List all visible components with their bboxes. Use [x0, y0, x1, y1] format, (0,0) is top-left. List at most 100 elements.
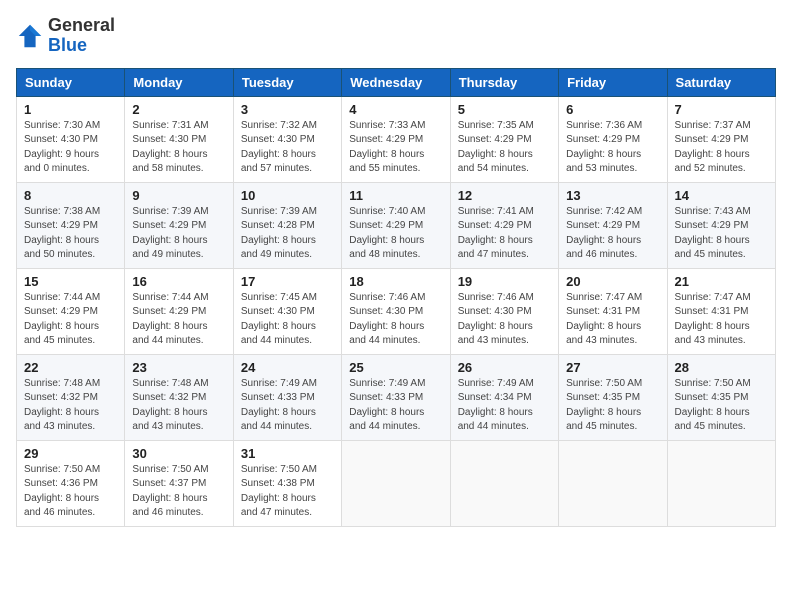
day-number: 21	[675, 274, 768, 289]
logo-general: General	[48, 16, 115, 36]
calendar-cell: 30 Sunrise: 7:50 AMSunset: 4:37 PMDaylig…	[125, 440, 233, 526]
calendar-cell: 28 Sunrise: 7:50 AMSunset: 4:35 PMDaylig…	[667, 354, 775, 440]
calendar-week-3: 15 Sunrise: 7:44 AMSunset: 4:29 PMDaylig…	[17, 268, 776, 354]
day-number: 5	[458, 102, 551, 117]
day-number: 20	[566, 274, 659, 289]
calendar-week-1: 1 Sunrise: 7:30 AMSunset: 4:30 PMDayligh…	[17, 96, 776, 182]
calendar-cell: 8 Sunrise: 7:38 AMSunset: 4:29 PMDayligh…	[17, 182, 125, 268]
day-info: Sunrise: 7:39 AMSunset: 4:29 PMDaylight:…	[132, 206, 208, 261]
calendar-cell: 9 Sunrise: 7:39 AMSunset: 4:29 PMDayligh…	[125, 182, 233, 268]
logo-blue: Blue	[48, 35, 87, 55]
col-header-tuesday: Tuesday	[233, 68, 341, 96]
calendar-cell: 17 Sunrise: 7:45 AMSunset: 4:30 PMDaylig…	[233, 268, 341, 354]
calendar-cell: 16 Sunrise: 7:44 AMSunset: 4:29 PMDaylig…	[125, 268, 233, 354]
calendar-cell: 10 Sunrise: 7:39 AMSunset: 4:28 PMDaylig…	[233, 182, 341, 268]
day-number: 26	[458, 360, 551, 375]
day-info: Sunrise: 7:38 AMSunset: 4:29 PMDaylight:…	[24, 206, 100, 261]
day-info: Sunrise: 7:45 AMSunset: 4:30 PMDaylight:…	[241, 292, 317, 347]
day-number: 30	[132, 446, 225, 461]
calendar-cell: 11 Sunrise: 7:40 AMSunset: 4:29 PMDaylig…	[342, 182, 450, 268]
day-number: 27	[566, 360, 659, 375]
day-info: Sunrise: 7:40 AMSunset: 4:29 PMDaylight:…	[349, 206, 425, 261]
day-number: 9	[132, 188, 225, 203]
logo-text: General Blue	[48, 16, 115, 56]
logo-icon	[16, 22, 44, 50]
day-number: 13	[566, 188, 659, 203]
calendar-cell: 23 Sunrise: 7:48 AMSunset: 4:32 PMDaylig…	[125, 354, 233, 440]
calendar-cell	[450, 440, 558, 526]
calendar-cell: 13 Sunrise: 7:42 AMSunset: 4:29 PMDaylig…	[559, 182, 667, 268]
day-info: Sunrise: 7:47 AMSunset: 4:31 PMDaylight:…	[675, 292, 751, 347]
day-info: Sunrise: 7:33 AMSunset: 4:29 PMDaylight:…	[349, 120, 425, 175]
calendar-cell: 26 Sunrise: 7:49 AMSunset: 4:34 PMDaylig…	[450, 354, 558, 440]
day-number: 18	[349, 274, 442, 289]
day-number: 25	[349, 360, 442, 375]
day-number: 7	[675, 102, 768, 117]
calendar-cell	[667, 440, 775, 526]
day-number: 11	[349, 188, 442, 203]
calendar-table: SundayMondayTuesdayWednesdayThursdayFrid…	[16, 68, 776, 527]
day-info: Sunrise: 7:49 AMSunset: 4:34 PMDaylight:…	[458, 378, 534, 433]
calendar-cell: 21 Sunrise: 7:47 AMSunset: 4:31 PMDaylig…	[667, 268, 775, 354]
day-number: 31	[241, 446, 334, 461]
day-number: 1	[24, 102, 117, 117]
col-header-wednesday: Wednesday	[342, 68, 450, 96]
calendar-cell: 2 Sunrise: 7:31 AMSunset: 4:30 PMDayligh…	[125, 96, 233, 182]
day-info: Sunrise: 7:48 AMSunset: 4:32 PMDaylight:…	[24, 378, 100, 433]
calendar-cell: 31 Sunrise: 7:50 AMSunset: 4:38 PMDaylig…	[233, 440, 341, 526]
day-number: 29	[24, 446, 117, 461]
day-number: 10	[241, 188, 334, 203]
calendar-cell: 5 Sunrise: 7:35 AMSunset: 4:29 PMDayligh…	[450, 96, 558, 182]
day-number: 6	[566, 102, 659, 117]
calendar-cell: 6 Sunrise: 7:36 AMSunset: 4:29 PMDayligh…	[559, 96, 667, 182]
calendar-cell: 19 Sunrise: 7:46 AMSunset: 4:30 PMDaylig…	[450, 268, 558, 354]
calendar-cell	[559, 440, 667, 526]
calendar-header-row: SundayMondayTuesdayWednesdayThursdayFrid…	[17, 68, 776, 96]
calendar-cell: 20 Sunrise: 7:47 AMSunset: 4:31 PMDaylig…	[559, 268, 667, 354]
day-info: Sunrise: 7:44 AMSunset: 4:29 PMDaylight:…	[132, 292, 208, 347]
calendar-cell: 15 Sunrise: 7:44 AMSunset: 4:29 PMDaylig…	[17, 268, 125, 354]
day-info: Sunrise: 7:50 AMSunset: 4:36 PMDaylight:…	[24, 464, 100, 519]
calendar-cell: 29 Sunrise: 7:50 AMSunset: 4:36 PMDaylig…	[17, 440, 125, 526]
page-header: General Blue	[16, 16, 776, 56]
day-number: 15	[24, 274, 117, 289]
col-header-sunday: Sunday	[17, 68, 125, 96]
day-info: Sunrise: 7:37 AMSunset: 4:29 PMDaylight:…	[675, 120, 751, 175]
logo: General Blue	[16, 16, 115, 56]
day-number: 17	[241, 274, 334, 289]
day-info: Sunrise: 7:44 AMSunset: 4:29 PMDaylight:…	[24, 292, 100, 347]
day-info: Sunrise: 7:35 AMSunset: 4:29 PMDaylight:…	[458, 120, 534, 175]
day-info: Sunrise: 7:49 AMSunset: 4:33 PMDaylight:…	[241, 378, 317, 433]
day-number: 4	[349, 102, 442, 117]
day-info: Sunrise: 7:31 AMSunset: 4:30 PMDaylight:…	[132, 120, 208, 175]
col-header-friday: Friday	[559, 68, 667, 96]
calendar-cell: 22 Sunrise: 7:48 AMSunset: 4:32 PMDaylig…	[17, 354, 125, 440]
calendar-cell: 27 Sunrise: 7:50 AMSunset: 4:35 PMDaylig…	[559, 354, 667, 440]
day-number: 8	[24, 188, 117, 203]
calendar-week-2: 8 Sunrise: 7:38 AMSunset: 4:29 PMDayligh…	[17, 182, 776, 268]
col-header-saturday: Saturday	[667, 68, 775, 96]
calendar-cell	[342, 440, 450, 526]
calendar-cell: 4 Sunrise: 7:33 AMSunset: 4:29 PMDayligh…	[342, 96, 450, 182]
calendar-cell: 1 Sunrise: 7:30 AMSunset: 4:30 PMDayligh…	[17, 96, 125, 182]
col-header-thursday: Thursday	[450, 68, 558, 96]
calendar-cell: 3 Sunrise: 7:32 AMSunset: 4:30 PMDayligh…	[233, 96, 341, 182]
day-info: Sunrise: 7:50 AMSunset: 4:35 PMDaylight:…	[566, 378, 642, 433]
calendar-cell: 25 Sunrise: 7:49 AMSunset: 4:33 PMDaylig…	[342, 354, 450, 440]
calendar-cell: 18 Sunrise: 7:46 AMSunset: 4:30 PMDaylig…	[342, 268, 450, 354]
day-info: Sunrise: 7:50 AMSunset: 4:38 PMDaylight:…	[241, 464, 317, 519]
day-number: 22	[24, 360, 117, 375]
day-info: Sunrise: 7:36 AMSunset: 4:29 PMDaylight:…	[566, 120, 642, 175]
col-header-monday: Monday	[125, 68, 233, 96]
calendar-cell: 7 Sunrise: 7:37 AMSunset: 4:29 PMDayligh…	[667, 96, 775, 182]
day-number: 16	[132, 274, 225, 289]
day-info: Sunrise: 7:30 AMSunset: 4:30 PMDaylight:…	[24, 120, 100, 175]
day-info: Sunrise: 7:50 AMSunset: 4:35 PMDaylight:…	[675, 378, 751, 433]
day-info: Sunrise: 7:41 AMSunset: 4:29 PMDaylight:…	[458, 206, 534, 261]
calendar-week-5: 29 Sunrise: 7:50 AMSunset: 4:36 PMDaylig…	[17, 440, 776, 526]
day-info: Sunrise: 7:46 AMSunset: 4:30 PMDaylight:…	[458, 292, 534, 347]
day-info: Sunrise: 7:50 AMSunset: 4:37 PMDaylight:…	[132, 464, 208, 519]
day-info: Sunrise: 7:32 AMSunset: 4:30 PMDaylight:…	[241, 120, 317, 175]
day-info: Sunrise: 7:48 AMSunset: 4:32 PMDaylight:…	[132, 378, 208, 433]
calendar-cell: 24 Sunrise: 7:49 AMSunset: 4:33 PMDaylig…	[233, 354, 341, 440]
